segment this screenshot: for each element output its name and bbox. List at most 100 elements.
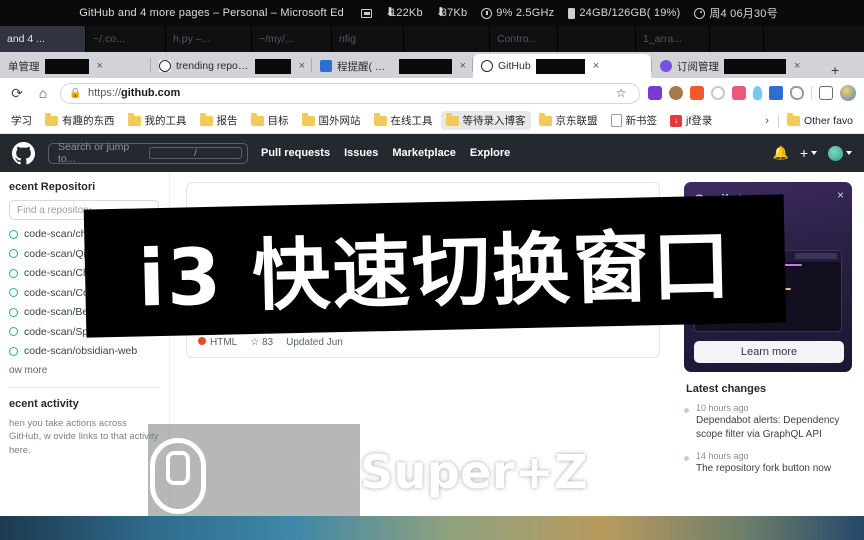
nav-item-0[interactable]: Pull requests xyxy=(261,147,330,159)
gray-circle-icon[interactable] xyxy=(711,86,725,100)
change-item[interactable]: 10 hours ago Dependabot alerts: Dependenc… xyxy=(684,403,852,442)
i3-window-3[interactable]: ~/my/... xyxy=(252,26,332,52)
i3-window-1[interactable]: ~/.co... xyxy=(86,26,166,52)
new-tab-button[interactable]: + xyxy=(831,62,839,78)
i3-window-0[interactable]: and 4 ... xyxy=(0,26,86,52)
redaction-block xyxy=(535,58,585,74)
puzzle-purple-icon[interactable] xyxy=(648,86,662,100)
github-nav[interactable]: Pull requests Issues Marketplace Explore xyxy=(261,147,510,159)
bookmark-7[interactable]: 等待录入博客 xyxy=(440,111,531,130)
bookmark-10[interactable]: ↓ jf登录 xyxy=(665,111,717,130)
ghost-icon[interactable] xyxy=(790,86,804,100)
bookmark-label: jf登录 xyxy=(686,115,713,127)
avatar xyxy=(828,145,843,161)
browser-tab-label: 订阅管理 xyxy=(677,60,719,73)
nav-item-2[interactable]: Marketplace xyxy=(392,147,456,159)
home-icon[interactable]: ⌂ xyxy=(34,84,52,102)
chevron-down-icon xyxy=(846,151,852,155)
repo-icon xyxy=(9,307,18,317)
github-mark-icon[interactable] xyxy=(12,141,35,165)
bookmark-9[interactable]: 新书签 xyxy=(606,111,663,130)
bookmark-6[interactable]: 在线工具 xyxy=(369,111,438,130)
show-more-link[interactable]: ow more xyxy=(9,365,159,376)
change-text: Dependabot alerts: Dependency scope filt… xyxy=(696,415,840,440)
bookmark-1[interactable]: 有趣的东西 xyxy=(40,111,120,130)
bookmark-0[interactable]: 学习 xyxy=(6,111,37,130)
browser-tab-2[interactable]: 程提醒( ﹒﹒ )つ × xyxy=(312,54,472,78)
repo-icon xyxy=(9,346,18,356)
browser-tab-1[interactable]: trending repositories on (× xyxy=(151,54,311,78)
nav-item-1[interactable]: Issues xyxy=(344,147,378,159)
collections-icon[interactable] xyxy=(819,86,833,100)
red-bubble-icon[interactable] xyxy=(690,86,704,100)
browser-tab-3[interactable]: GitHub × xyxy=(473,54,651,78)
i3-window-label: 1_arra... xyxy=(643,33,683,45)
i3-window-9[interactable] xyxy=(710,26,764,52)
address-bar-url: https://github.com xyxy=(88,87,180,99)
edge-tab-strip[interactable]: 单管理×trending repositories on (×程提醒( ﹒﹒ )… xyxy=(0,52,864,78)
i3-window-4[interactable]: nfig xyxy=(332,26,404,52)
extension-strip[interactable] xyxy=(648,85,856,101)
new-menu[interactable]: + xyxy=(800,145,817,161)
search-shortcut-key: / xyxy=(149,147,242,159)
calendar-icon xyxy=(320,60,332,72)
screen-icon[interactable] xyxy=(769,86,783,100)
close-icon[interactable]: × xyxy=(593,60,599,72)
recent-activity-title: ecent activity xyxy=(9,397,79,410)
profile-icon[interactable] xyxy=(840,85,856,101)
shortcut-overlay: Super+Z xyxy=(360,445,589,499)
close-icon[interactable]: × xyxy=(460,60,466,72)
bell-icon[interactable]: 🔔 xyxy=(773,145,789,161)
clock-value: 周4 06月30号 xyxy=(709,8,778,20)
bookmark-5[interactable]: 国外网站 xyxy=(297,111,366,130)
close-icon[interactable]: × xyxy=(837,188,844,202)
bookmark-8[interactable]: 京东联盟 xyxy=(534,111,603,130)
bookmark-3[interactable]: 报告 xyxy=(195,111,243,130)
i3-window-5[interactable] xyxy=(404,26,490,52)
address-bar[interactable]: 🔒 https://github.com ☆ xyxy=(60,82,640,104)
pin-icon[interactable] xyxy=(753,86,762,100)
nav-item-3[interactable]: Explore xyxy=(470,147,510,159)
browser-tab-label: 单管理 xyxy=(8,60,40,73)
browser-tab-0[interactable]: 单管理 × xyxy=(0,54,150,78)
browser-tab-4[interactable]: 订阅管理 × xyxy=(652,54,827,78)
search-input[interactable]: Search or jump to... / xyxy=(48,141,248,165)
desktop-wallpaper-strip xyxy=(0,516,864,540)
bullet-icon xyxy=(684,456,689,461)
github-header-right[interactable]: 🔔 + xyxy=(773,145,852,161)
bookmark-label: 学习 xyxy=(11,115,32,127)
folder-icon xyxy=(538,113,552,126)
other-favorites[interactable]: Other favo xyxy=(782,113,858,129)
cookie-icon[interactable] xyxy=(669,86,683,100)
edge-toolbar: ⟳ ⌂ 🔒 https://github.com ☆ xyxy=(0,78,864,108)
bookmark-2[interactable]: 我的工具 xyxy=(123,111,192,130)
bookmark-label: 等待录入博客 xyxy=(462,115,526,127)
avatar-menu[interactable] xyxy=(828,145,852,161)
bookmarks-bar[interactable]: 学习 有趣的东西 我的工具 报告 目标 国外网站 在线工具 等待录入博客 京东联盟 新书签 ↓ jf登… xyxy=(0,108,864,134)
refresh-icon[interactable]: ⟳ xyxy=(8,84,26,102)
i3-window-label: h.py –... xyxy=(173,33,211,45)
cpu-icon xyxy=(481,7,493,19)
bookmark-label: 我的工具 xyxy=(144,115,187,127)
star-add-icon[interactable]: ☆ xyxy=(612,84,630,102)
bookmark-4[interactable]: 目标 xyxy=(246,111,294,130)
close-icon[interactable]: × xyxy=(299,60,305,72)
i3-window-8[interactable]: 1_arra... xyxy=(636,26,710,52)
bookmarks-overflow-button[interactable]: › xyxy=(759,115,775,127)
lock-icon: 🔒 xyxy=(69,87,82,99)
i3-status-upload: 37Kb xyxy=(430,5,475,19)
change-item[interactable]: 14 hours ago The repository fork button n… xyxy=(684,451,852,476)
repository-item[interactable]: code-scan/obsidian-web xyxy=(9,345,159,357)
speech-bubble-icon[interactable] xyxy=(732,86,746,100)
i3-window-6[interactable]: Contro... xyxy=(490,26,558,52)
url-host: github.com xyxy=(121,87,181,99)
i3-window-7[interactable] xyxy=(558,26,636,52)
repository-name: code-scan/obsidian-web xyxy=(24,345,138,357)
i3-window-2[interactable]: h.py –... xyxy=(166,26,252,52)
mouse-icon xyxy=(150,438,206,514)
i3-status-monitor xyxy=(354,8,379,18)
i3-window-title-row[interactable]: and 4 ... ~/.co... h.py –... ~/my/... nfig Co… xyxy=(0,26,864,52)
close-icon[interactable]: × xyxy=(794,60,800,72)
close-icon[interactable]: × xyxy=(97,60,103,72)
learn-more-button[interactable]: Learn more xyxy=(694,340,844,363)
